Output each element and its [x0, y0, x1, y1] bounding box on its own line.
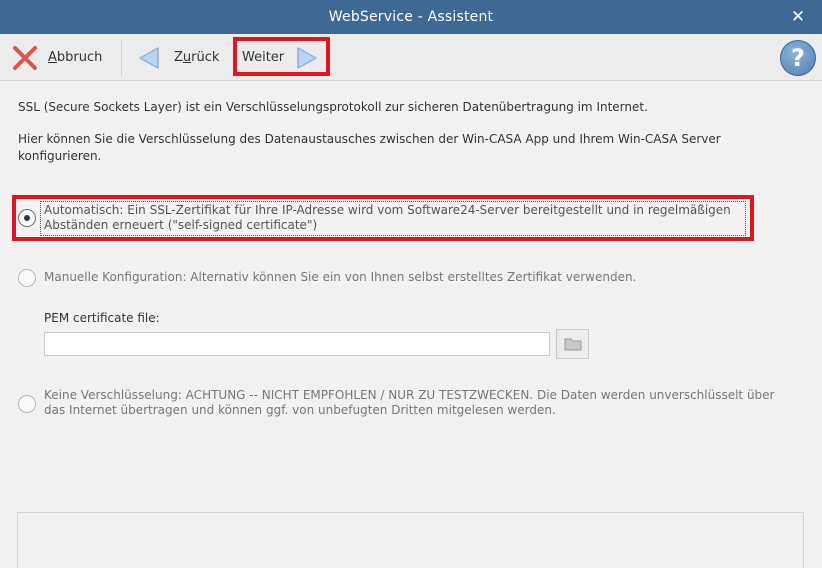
next-arrow-icon	[297, 46, 317, 69]
back-button[interactable]: Zurück	[136, 34, 219, 81]
bottom-panel	[17, 512, 804, 568]
back-arrow-icon	[139, 46, 159, 69]
description-line-1: Hier können Sie die Verschlüsselung des …	[18, 132, 721, 146]
back-label: Zurück	[174, 50, 220, 65]
option-none[interactable]: Keine Verschlüsselung: ACHTUNG -- NICHT …	[18, 388, 775, 418]
cancel-x-icon	[13, 45, 37, 70]
toolbar: Abbruch Zurück Weiter	[0, 34, 822, 81]
close-icon[interactable]: ✕	[788, 7, 808, 27]
next-label: Weiter	[242, 50, 285, 65]
cancel-button[interactable]: Abbruch	[10, 34, 102, 81]
window-title: WebService - Assistent	[328, 9, 494, 25]
help-icon[interactable]: ?	[780, 40, 816, 76]
option-manual-label: Manuelle Konfiguration: Alternativ könne…	[44, 270, 637, 284]
cancel-label: Abbruch	[48, 50, 103, 65]
radio-none[interactable]	[18, 395, 36, 413]
browse-folder-button[interactable]	[556, 329, 589, 359]
pem-label: PEM certificate file:	[44, 311, 160, 325]
intro-text: SSL (Secure Sockets Layer) ist ein Versc…	[18, 100, 648, 114]
option-none-label: Keine Verschlüsselung: ACHTUNG -- NICHT …	[44, 388, 775, 417]
wizard-content: SSL (Secure Sockets Layer) ist ein Versc…	[0, 82, 822, 568]
description-line-2: konfigurieren.	[18, 149, 102, 163]
title-bar: WebService - Assistent ✕	[0, 0, 822, 34]
folder-icon	[564, 338, 581, 351]
radio-automatic[interactable]	[18, 209, 36, 227]
radio-manual[interactable]	[18, 269, 36, 287]
next-button[interactable]: Weiter	[242, 34, 320, 81]
option-manual[interactable]: Manuelle Konfiguration: Alternativ könne…	[18, 269, 636, 287]
option-automatic-label: Automatisch: Ein SSL-Zertifikat für Ihre…	[44, 203, 731, 232]
option-automatic[interactable]: Automatisch: Ein SSL-Zertifikat für Ihre…	[18, 203, 731, 233]
pem-certificate-input[interactable]	[44, 332, 550, 356]
toolbar-separator	[121, 40, 122, 76]
